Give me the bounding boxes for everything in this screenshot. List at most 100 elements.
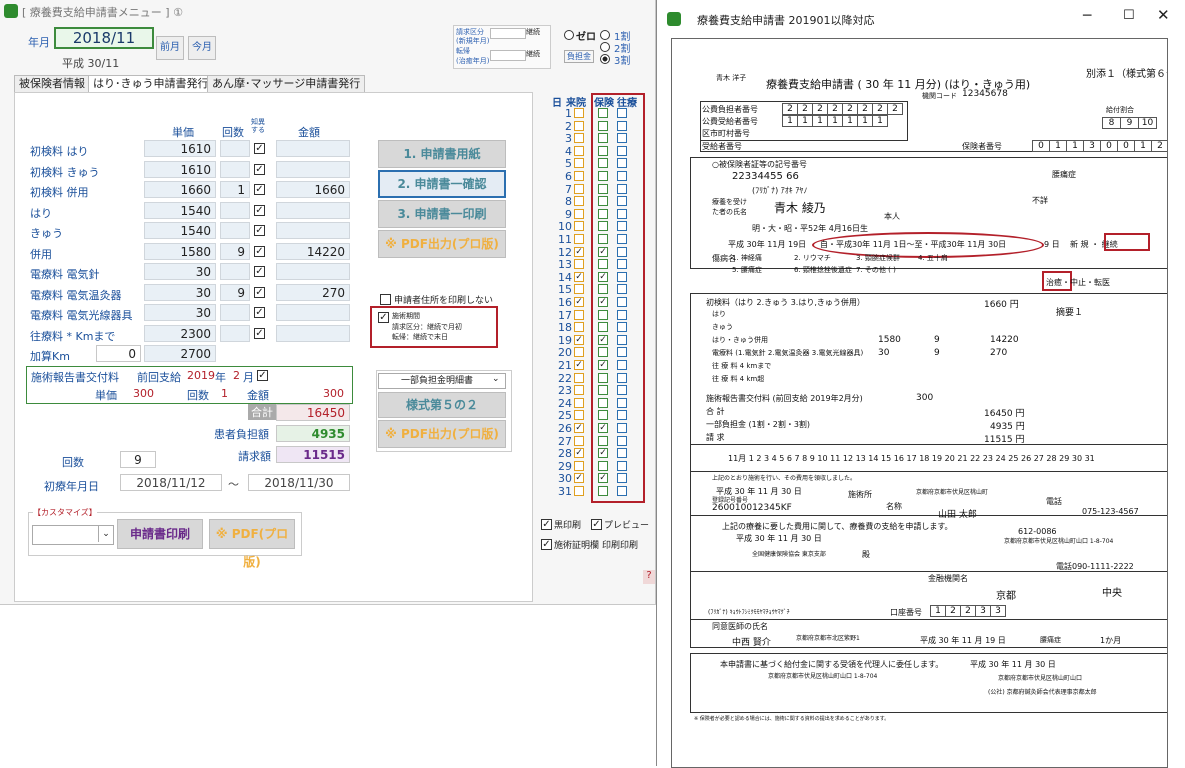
outcall-checkbox[interactable] xyxy=(617,410,627,421)
row-checkbox[interactable]: ✓ xyxy=(254,225,265,236)
visit-checkbox[interactable] xyxy=(574,322,584,333)
burden-detail-select[interactable]: 一部負担金明細書 xyxy=(378,373,506,389)
count-field[interactable] xyxy=(220,222,250,239)
insurance-checkbox[interactable] xyxy=(598,372,608,383)
application-form-button[interactable]: 1. 申請書用紙 xyxy=(378,140,506,168)
preview-checkbox[interactable]: ✓ xyxy=(591,519,602,530)
outcall-checkbox[interactable] xyxy=(617,196,627,207)
insurance-checkbox[interactable]: ✓ xyxy=(598,448,608,459)
insurance-checkbox[interactable]: ✓ xyxy=(598,473,608,484)
customize-select[interactable]: ⌄ xyxy=(32,525,114,545)
period-checkbox[interactable]: ✓ xyxy=(378,312,389,323)
unit-field[interactable]: 1610 xyxy=(144,140,216,157)
visit-checkbox[interactable] xyxy=(574,385,584,396)
outcall-checkbox[interactable] xyxy=(617,473,627,484)
insurance-checkbox[interactable] xyxy=(598,108,608,118)
insurance-checkbox[interactable] xyxy=(598,208,608,219)
outcome-continue-btn[interactable]: 継続 xyxy=(526,49,540,59)
unit-field[interactable]: 2300 xyxy=(144,324,216,342)
pdf-pro-button[interactable]: ※ PDF(プロ版) xyxy=(209,519,295,569)
row-checkbox[interactable]: ✓ xyxy=(254,327,265,339)
visit-checkbox[interactable] xyxy=(574,259,584,270)
visit-checkbox[interactable] xyxy=(574,397,584,408)
prev-month-button[interactable]: 前月 xyxy=(156,36,184,60)
visit-checkbox[interactable]: ✓ xyxy=(574,334,584,345)
outcall-checkbox[interactable] xyxy=(617,158,627,169)
outcall-checkbox[interactable] xyxy=(617,221,627,232)
outcall-checkbox[interactable] xyxy=(617,284,627,295)
outcall-checkbox[interactable] xyxy=(617,171,627,181)
outcall-checkbox[interactable] xyxy=(617,208,627,219)
unit-field[interactable]: 1540 xyxy=(144,222,216,239)
tab-insured-info[interactable]: 被保険者情報 xyxy=(14,75,90,92)
radio-zero[interactable] xyxy=(564,30,574,40)
insurance-checkbox[interactable] xyxy=(598,196,608,207)
unit-field[interactable]: 1660 xyxy=(144,181,216,198)
times-field[interactable]: 9 xyxy=(120,451,156,468)
unit-field[interactable]: 1610 xyxy=(144,160,216,178)
outcall-checkbox[interactable] xyxy=(617,397,627,408)
outcall-checkbox[interactable] xyxy=(617,360,627,370)
outcall-checkbox[interactable] xyxy=(617,133,627,144)
insurance-checkbox[interactable]: ✓ xyxy=(598,334,608,345)
visit-checkbox[interactable] xyxy=(574,183,584,194)
visit-checkbox[interactable]: ✓ xyxy=(574,246,584,257)
visit-checkbox[interactable] xyxy=(574,486,584,496)
count-field[interactable] xyxy=(220,160,250,178)
cert-col-checkbox[interactable]: ✓ xyxy=(541,539,552,550)
last-date-field[interactable]: 2018/11/30 xyxy=(248,474,350,491)
insurance-checkbox[interactable]: ✓ xyxy=(598,297,608,307)
outcall-checkbox[interactable] xyxy=(617,486,627,496)
radio-1[interactable] xyxy=(600,30,610,40)
report-checkbox[interactable]: ✓ xyxy=(257,370,268,381)
count-field[interactable]: 9 xyxy=(220,242,250,260)
this-month-button[interactable]: 今月 xyxy=(188,36,216,60)
insurance-checkbox[interactable]: ✓ xyxy=(598,423,608,433)
visit-checkbox[interactable] xyxy=(574,284,584,295)
outcall-checkbox[interactable] xyxy=(617,145,627,156)
insurance-checkbox[interactable]: ✓ xyxy=(598,246,608,257)
outcall-checkbox[interactable] xyxy=(617,435,627,446)
outcall-checkbox[interactable] xyxy=(617,246,627,257)
row-checkbox[interactable]: ✓ xyxy=(254,163,265,175)
outcome-input[interactable] xyxy=(490,50,526,61)
help-icon[interactable]: ? xyxy=(643,570,655,584)
pdf-output2-button[interactable]: ※ PDF出力(プロ版) xyxy=(378,420,506,448)
insurance-checkbox[interactable] xyxy=(598,234,608,244)
pdf-output-button[interactable]: ※ PDF出力(プロ版) xyxy=(378,230,506,258)
outcall-checkbox[interactable] xyxy=(617,183,627,194)
request-type-input[interactable] xyxy=(490,28,526,39)
visit-checkbox[interactable] xyxy=(574,221,584,232)
insurance-checkbox[interactable] xyxy=(598,322,608,333)
insurance-checkbox[interactable] xyxy=(598,183,608,194)
visit-checkbox[interactable] xyxy=(574,410,584,421)
visit-checkbox[interactable] xyxy=(574,234,584,244)
outcall-checkbox[interactable] xyxy=(617,347,627,358)
insurance-checkbox[interactable]: ✓ xyxy=(598,271,608,282)
outcall-checkbox[interactable] xyxy=(617,448,627,459)
unit-field[interactable]: 2700 xyxy=(144,345,216,362)
visit-checkbox[interactable]: ✓ xyxy=(574,423,584,433)
radio-2[interactable] xyxy=(600,42,610,52)
insurance-checkbox[interactable] xyxy=(598,171,608,181)
maximize-icon[interactable]: ☐ xyxy=(1123,8,1135,23)
insurance-checkbox[interactable] xyxy=(598,158,608,169)
burden-button[interactable]: 負担金 xyxy=(564,50,594,63)
row-checkbox[interactable]: ✓ xyxy=(254,245,265,257)
visit-checkbox[interactable]: ✓ xyxy=(574,448,584,459)
visit-checkbox[interactable] xyxy=(574,196,584,207)
insurance-checkbox[interactable] xyxy=(598,284,608,295)
insurance-checkbox[interactable] xyxy=(598,435,608,446)
insurance-checkbox[interactable] xyxy=(598,347,608,358)
outcall-checkbox[interactable] xyxy=(617,322,627,333)
extra-km-field[interactable]: 0 xyxy=(96,345,141,362)
visit-checkbox[interactable] xyxy=(574,372,584,383)
outcall-checkbox[interactable] xyxy=(617,423,627,433)
report-unit[interactable]: 300 xyxy=(133,387,154,400)
visit-checkbox[interactable] xyxy=(574,158,584,169)
request-continue-btn[interactable]: 継続 xyxy=(526,27,540,37)
row-checkbox[interactable]: ✓ xyxy=(254,143,265,154)
tab-anma[interactable]: あん摩･マッサージ申請書発行 xyxy=(207,75,366,92)
count-field[interactable]: 1 xyxy=(220,181,250,198)
row-checkbox[interactable]: ✓ xyxy=(254,307,265,318)
